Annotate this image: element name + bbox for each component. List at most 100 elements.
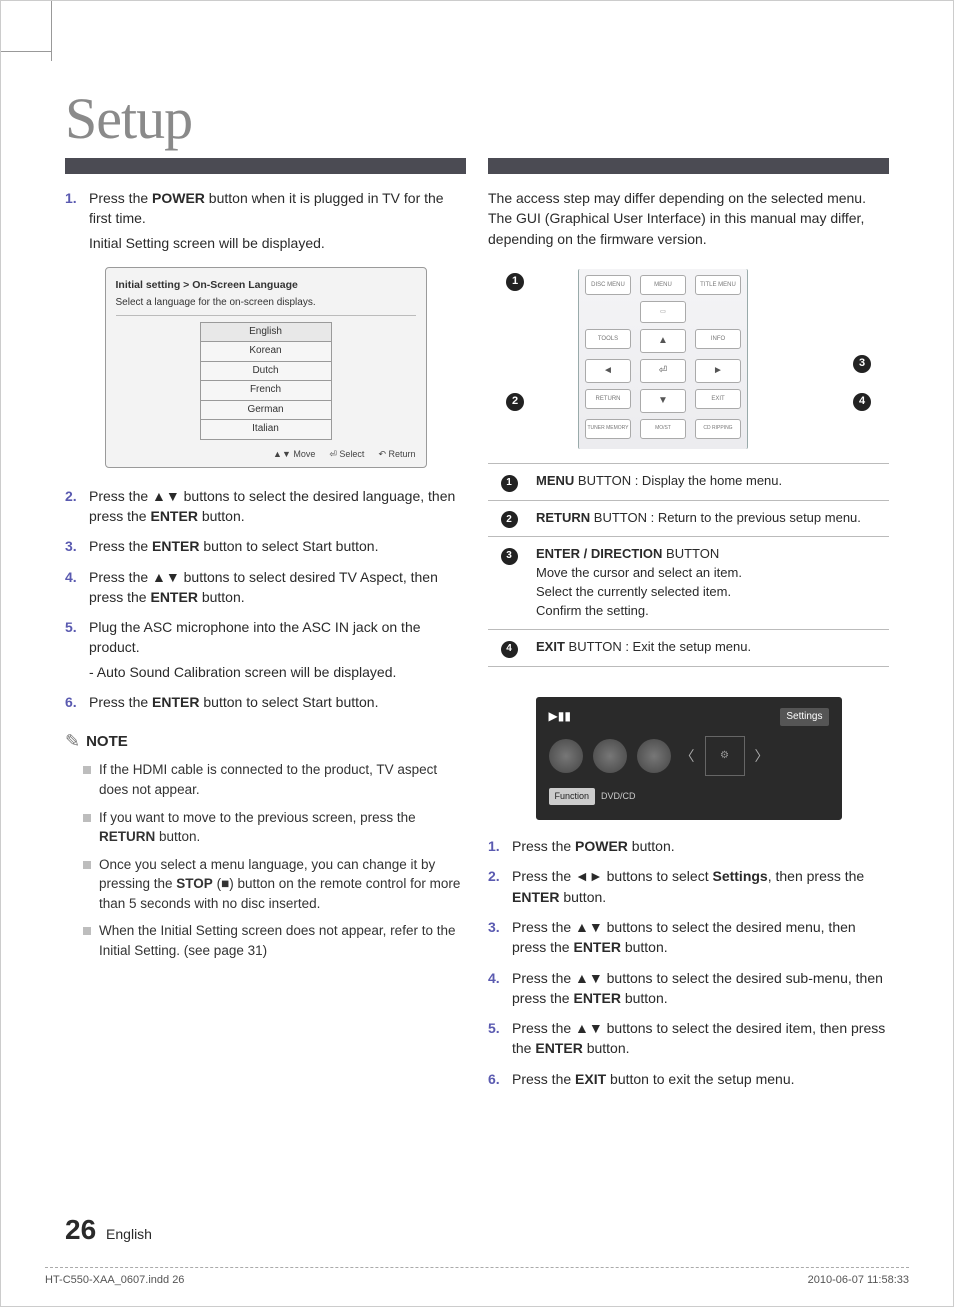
callout-number: 1	[501, 475, 518, 492]
crop-mark	[51, 1, 52, 61]
tvui-header: ▶▮▮ Settings	[549, 708, 829, 727]
tuner-memory-button[interactable]: TUNER MEMORY	[585, 419, 631, 439]
step-text: Press the ENTER button to select Start b…	[89, 536, 466, 556]
callout-4: 4	[853, 393, 871, 411]
note-item: If the HDMI cable is connected to the pr…	[83, 760, 466, 799]
callout-number: 4	[501, 641, 518, 658]
osd-language-option[interactable]: German	[200, 401, 332, 421]
step-text: Press the POWER button when it is plugge…	[89, 188, 466, 253]
button-desc-row: 1 MENU BUTTON : Display the home menu.	[488, 463, 889, 500]
steps-list: 1.Press the POWER button when it is plug…	[65, 188, 466, 253]
osd-language-list: EnglishKoreanDutchFrenchGermanItalian	[116, 322, 416, 440]
button-desc-text: MENU BUTTON : Display the home menu.	[530, 463, 889, 500]
chevron-right-icon[interactable]: 〉	[755, 746, 769, 766]
button-desc-row: 3ENTER / DIRECTION BUTTONMove the cursor…	[488, 537, 889, 629]
step-text: Press the ▲▼ buttons to select the desir…	[512, 968, 889, 1009]
function-tag: Function	[549, 788, 596, 805]
note-icon: ✎	[65, 728, 80, 754]
mo-st-button[interactable]: MO/ST	[640, 419, 686, 439]
page-language: English	[106, 1226, 152, 1242]
step-item: 5.Press the ▲▼ buttons to select the des…	[488, 1018, 889, 1059]
crop-mark	[1, 51, 51, 52]
page-title: Setup	[65, 85, 909, 152]
note-item: If you want to move to the previous scre…	[83, 808, 466, 847]
remote-row: TUNER MEMORY MO/ST CD RIPPING	[585, 419, 741, 439]
step-item: 3.Press the ENTER button to select Start…	[65, 536, 466, 556]
callout-1: 1	[506, 273, 524, 291]
step-item: 1.Press the POWER button.	[488, 836, 889, 856]
osd-breadcrumb: Initial setting > On-Screen Language	[116, 278, 416, 293]
left-button[interactable]: ◄	[585, 359, 631, 383]
right-button[interactable]: ►	[695, 359, 741, 383]
osd-language-box: Initial setting > On-Screen Language Sel…	[105, 267, 427, 468]
right-column: The access step may differ depending on …	[488, 158, 889, 1099]
callout-number: 3	[501, 548, 518, 565]
step-text: Press the ▲▼ buttons to select the desir…	[512, 917, 889, 958]
two-columns: 1.Press the POWER button when it is plug…	[65, 158, 889, 1099]
step-number: 4.	[65, 567, 89, 608]
down-button[interactable]: ▼	[640, 389, 686, 413]
note-item: When the Initial Setting screen does not…	[83, 921, 466, 960]
section-bar	[65, 158, 466, 174]
imprint-file: HT-C550-XAA_0607.indd 26	[45, 1274, 184, 1286]
exit-button[interactable]: EXIT	[695, 389, 741, 409]
osd-footer-hints: ▲▼ Move⏎ Select↶ Return	[116, 448, 416, 461]
tvui-footer: Function DVD/CD	[549, 788, 829, 805]
remote-body: DISC MENU MENU TITLE MENU ▭ TOOLS ▲ INFO…	[578, 269, 748, 449]
step-text: Press the ▲▼ buttons to select desired T…	[89, 567, 466, 608]
osd-language-option[interactable]: French	[200, 381, 332, 401]
return-button[interactable]: RETURN	[585, 389, 631, 409]
step-item: 3.Press the ▲▼ buttons to select the des…	[488, 917, 889, 958]
disc-menu-button[interactable]: DISC MENU	[585, 275, 631, 295]
step-number: 6.	[65, 692, 89, 712]
step-number: 3.	[65, 536, 89, 556]
button-desc-text: RETURN BUTTON : Return to the previous s…	[530, 500, 889, 537]
step-text: Press the ENTER button to select Start b…	[89, 692, 466, 712]
osd-language-option[interactable]: Dutch	[200, 362, 332, 382]
step-number: 6.	[488, 1069, 512, 1089]
info-button[interactable]: INFO	[695, 329, 741, 349]
manual-page: Setup 1.Press the POWER button when it i…	[0, 0, 954, 1307]
osd-hint: ▲▼ Move	[273, 448, 315, 461]
source-label: DVD/CD	[601, 790, 636, 803]
callout-3: 3	[853, 355, 871, 373]
osd-instruction: Select a language for the on-screen disp…	[116, 296, 416, 316]
tvui-icon	[593, 739, 627, 773]
step-number: 1.	[65, 188, 89, 253]
intro-paragraph: The access step may differ depending on …	[488, 188, 889, 249]
callout-number: 2	[501, 511, 518, 528]
step-number: 5.	[488, 1018, 512, 1059]
osd-language-option[interactable]: Italian	[200, 420, 332, 440]
step-number: 2.	[488, 866, 512, 907]
remote-dpad-row: ◄ ⏎ ►	[585, 359, 741, 383]
cd-ripping-button[interactable]: CD RIPPING	[695, 419, 741, 439]
callout-2: 2	[506, 393, 524, 411]
up-button[interactable]: ▲	[640, 329, 686, 353]
step-text: Press the ▲▼ buttons to select the desir…	[512, 1018, 889, 1059]
chevron-left-icon[interactable]: 〈	[681, 746, 695, 766]
step-item: 5.Plug the ASC microphone into the ASC I…	[65, 617, 466, 682]
title-menu-button[interactable]: TITLE MENU	[695, 275, 741, 295]
page-footer: 26 English	[65, 1214, 152, 1246]
menu-button[interactable]: MENU	[640, 275, 686, 295]
menu-indicator: ▭	[640, 301, 686, 323]
step-item: 6.Press the ENTER button to select Start…	[65, 692, 466, 712]
step-item: 4.Press the ▲▼ buttons to select desired…	[65, 567, 466, 608]
step-number: 5.	[65, 617, 89, 682]
osd-language-option[interactable]: English	[200, 322, 332, 343]
tools-button[interactable]: TOOLS	[585, 329, 631, 349]
step-text: Plug the ASC microphone into the ASC IN …	[89, 617, 466, 682]
tvui-icon	[549, 739, 583, 773]
remote-diagram: 1 2 3 4 DISC MENU MENU TITLE MENU ▭ TOOL…	[488, 263, 889, 453]
settings-gear-tile[interactable]: ⚙	[705, 736, 745, 776]
step-item: 1.Press the POWER button when it is plug…	[65, 188, 466, 253]
enter-button[interactable]: ⏎	[640, 359, 686, 383]
step-text: Press the ▲▼ buttons to select the desir…	[89, 486, 466, 527]
step-number: 4.	[488, 968, 512, 1009]
tvui-icon	[637, 739, 671, 773]
osd-language-option[interactable]: Korean	[200, 342, 332, 362]
left-column: 1.Press the POWER button when it is plug…	[65, 158, 466, 1099]
note-item: Once you select a menu language, you can…	[83, 855, 466, 914]
osd-hint: ⏎ Select	[329, 448, 364, 461]
button-desc-row: 2 RETURN BUTTON : Return to the previous …	[488, 500, 889, 537]
